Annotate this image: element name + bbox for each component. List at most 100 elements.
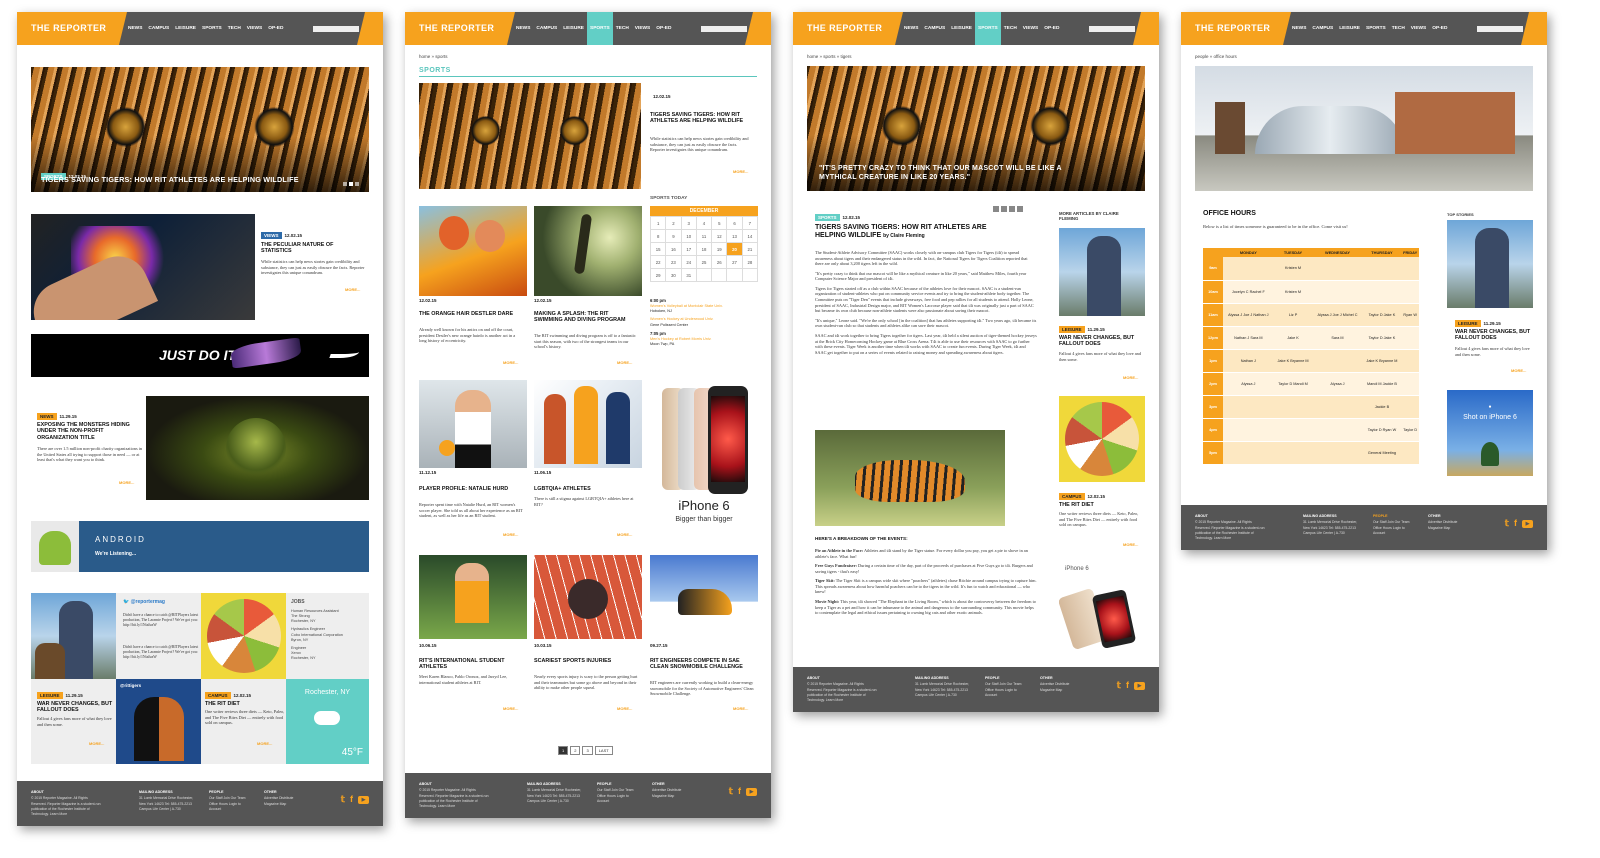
print-icon[interactable] xyxy=(1017,206,1023,212)
nav-views[interactable]: VIEWS xyxy=(632,12,653,45)
article1-more[interactable]: MORE... xyxy=(345,287,360,292)
leisure-more[interactable]: MORE... xyxy=(89,741,104,746)
article2-tag[interactable]: NEWS xyxy=(37,413,57,420)
nav-news[interactable]: NEWS xyxy=(901,12,921,45)
diving-image[interactable] xyxy=(534,206,642,296)
article-tag[interactable]: SPORTS xyxy=(815,214,840,221)
carousel-dots[interactable] xyxy=(343,182,359,186)
page-3[interactable]: 3 xyxy=(582,746,593,755)
event-item[interactable]: 6:00 pm Women's Volleyball at Montclair S… xyxy=(650,298,758,314)
card-more[interactable]: MORE... xyxy=(617,532,632,537)
calendar-day[interactable] xyxy=(696,269,713,282)
card-more[interactable]: MORE... xyxy=(617,706,632,711)
calendar-day[interactable]: 25 xyxy=(696,256,713,269)
nav-tech[interactable]: TECH xyxy=(1389,12,1408,45)
calendar-day[interactable]: 15 xyxy=(651,243,667,256)
nav-campus[interactable]: CAMPUS xyxy=(921,12,948,45)
monster-image[interactable] xyxy=(146,396,369,500)
feature-title[interactable]: TIGERS SAVING TIGERS: HOW RIT ATHLETES A… xyxy=(650,112,750,125)
breadcrumb[interactable]: people » office hours xyxy=(1195,54,1237,59)
hero-title[interactable]: TIGERS SAVING TIGERS: HOW RIT ATHLETES A… xyxy=(41,175,299,184)
rittigers-block[interactable]: @rittigers xyxy=(116,679,201,764)
card-title[interactable]: RIT ENGINEERS COMPETE IN SAE CLEAN SNOWM… xyxy=(650,658,754,671)
search-button[interactable] xyxy=(745,12,771,45)
nav-oped[interactable]: OP-ED xyxy=(1041,12,1062,45)
calendar-day[interactable]: 24 xyxy=(681,256,697,269)
nav-sports[interactable]: SPORTS xyxy=(199,12,225,45)
leisure-tag[interactable]: LEISURE xyxy=(37,692,63,699)
article2-more[interactable]: MORE... xyxy=(119,480,134,485)
page-last[interactable]: LAST xyxy=(594,746,613,755)
job-item[interactable]: Human Resources Assistant The Strong Roche… xyxy=(289,609,369,624)
card-more[interactable]: MORE... xyxy=(503,360,518,365)
calendar-day[interactable]: 23 xyxy=(666,256,682,269)
card-more[interactable]: MORE... xyxy=(503,706,518,711)
calendar-day[interactable]: 2 xyxy=(666,217,682,230)
side-diet-image[interactable] xyxy=(1059,396,1145,482)
twitter-handle[interactable]: @reportermag xyxy=(131,599,165,605)
calendar-day[interactable]: 6 xyxy=(727,217,743,230)
feature-more[interactable]: MORE... xyxy=(733,169,748,174)
top-story-image[interactable] xyxy=(1447,220,1533,308)
card-title[interactable]: THE ORANGE HAIR DESTLER DARE xyxy=(419,311,519,317)
twitter-share-icon[interactable] xyxy=(993,206,999,212)
side2-title[interactable]: THE RIT DIET xyxy=(1059,502,1143,508)
diet-image[interactable] xyxy=(201,593,286,679)
card-title[interactable]: PLAYER PROFILE: NATALIE HURD xyxy=(419,486,519,492)
page-1[interactable]: 1 xyxy=(558,746,569,755)
card-title[interactable]: RIT'S INTERNATIONAL STUDENT ATHLETES xyxy=(419,658,519,671)
search-input[interactable] xyxy=(701,26,747,32)
calendar-day[interactable]: 21 xyxy=(742,243,758,256)
facebook-share-icon[interactable] xyxy=(1001,206,1007,212)
side1-more[interactable]: MORE... xyxy=(1123,375,1138,380)
feature-image[interactable] xyxy=(419,83,641,189)
twitter-icon[interactable]: 𝕥 xyxy=(1117,680,1121,691)
calendar-day[interactable]: 22 xyxy=(651,256,667,269)
card-more[interactable]: MORE... xyxy=(733,706,748,711)
article2-title[interactable]: EXPOSING THE MONSTERS HIDING UNDER THE N… xyxy=(37,422,145,441)
page-2[interactable]: 2 xyxy=(570,746,581,755)
search-input[interactable] xyxy=(1477,26,1523,32)
calendar-day[interactable]: 4 xyxy=(696,217,713,230)
campus-tag[interactable]: CAMPUS xyxy=(205,692,231,699)
event-item[interactable]: Women's Hockey at Underwood Univ. Gene Po… xyxy=(650,317,758,327)
calendar-day[interactable]: 20 xyxy=(727,243,743,256)
facebook-icon[interactable]: f xyxy=(1514,518,1517,529)
calendar-day[interactable]: 31 xyxy=(681,269,697,282)
calendar-day[interactable] xyxy=(727,269,743,282)
calendar-day[interactable]: 8 xyxy=(651,230,667,243)
story-tag[interactable]: LEISURE xyxy=(1455,320,1481,327)
nav-views[interactable]: VIEWS xyxy=(1020,12,1041,45)
nav-sports[interactable]: SPORTS xyxy=(1363,12,1389,45)
site-logo[interactable]: THE REPORTER xyxy=(793,12,903,45)
nav-news[interactable]: NEWS xyxy=(125,12,145,45)
story-more[interactable]: MORE... xyxy=(1511,368,1526,373)
facebook-icon[interactable]: f xyxy=(1126,680,1129,691)
breadcrumb[interactable]: home » sports » tigers xyxy=(807,54,852,59)
nav-views[interactable]: VIEWS xyxy=(244,12,265,45)
android-ad[interactable]: ANDROID We're Listening... xyxy=(31,521,369,572)
side2-more[interactable]: MORE... xyxy=(1123,542,1138,547)
calendar-day[interactable]: 27 xyxy=(727,256,743,269)
search-button[interactable] xyxy=(1133,12,1159,45)
natalie-image[interactable] xyxy=(419,380,527,468)
side1-tag[interactable]: LEISURE xyxy=(1059,326,1085,333)
calendar-day[interactable]: 16 xyxy=(666,243,682,256)
calendar-day[interactable]: 26 xyxy=(712,256,728,269)
article1-title[interactable]: THE PECULIAR NATURE OF STATISTICS xyxy=(261,242,361,255)
search-input[interactable] xyxy=(1089,26,1135,32)
nav-leisure[interactable]: LEISURE xyxy=(1336,12,1363,45)
nav-oped[interactable]: OP-ED xyxy=(1429,12,1450,45)
calendar-day[interactable]: 1 xyxy=(651,217,667,230)
rittigers-handle[interactable]: @rittigers xyxy=(120,683,141,688)
international-image[interactable] xyxy=(419,555,527,639)
article1-tag[interactable]: VIEWS xyxy=(261,232,282,239)
snowmobile-image[interactable] xyxy=(650,555,758,639)
breadcrumb[interactable]: home » sports xyxy=(419,54,448,59)
nav-leisure[interactable]: LEISURE xyxy=(172,12,199,45)
nav-oped[interactable]: OP-ED xyxy=(653,12,674,45)
calendar-day[interactable]: 19 xyxy=(712,243,728,256)
calendar-day[interactable]: 5 xyxy=(712,217,728,230)
calendar-day[interactable]: 28 xyxy=(742,256,758,269)
side2-tag[interactable]: CAMPUS xyxy=(1059,493,1085,500)
